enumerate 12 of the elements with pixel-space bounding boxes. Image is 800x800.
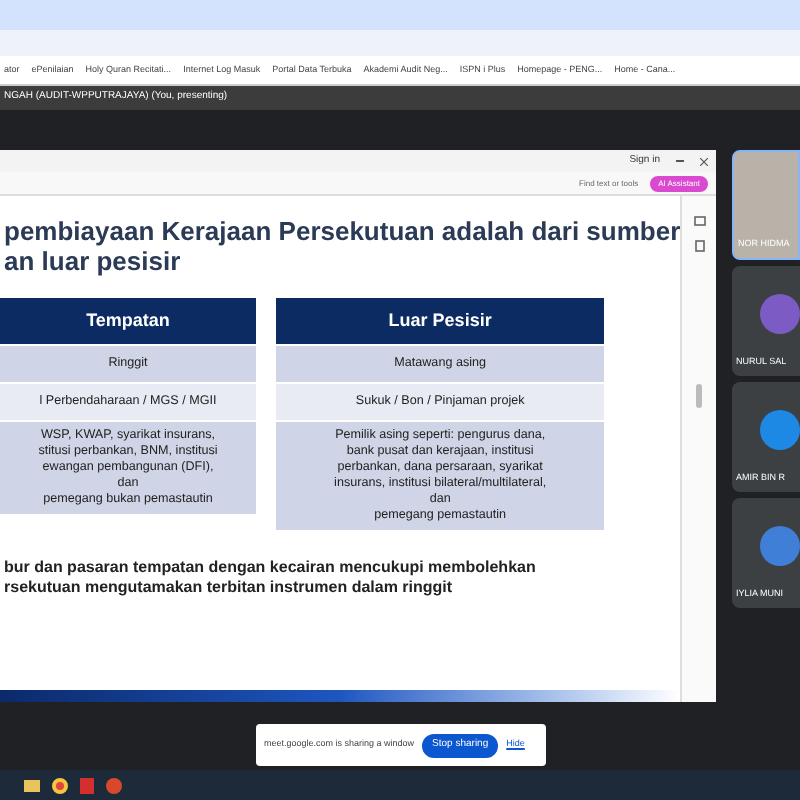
scrollbar-thumb[interactable] — [696, 384, 703, 408]
browser-icon[interactable] — [52, 777, 68, 793]
folder-icon[interactable] — [24, 779, 40, 791]
column-heading: Luar Pesisir — [276, 298, 605, 344]
close-icon[interactable] — [700, 157, 708, 165]
column-heading: Tempatan — [0, 298, 256, 344]
page-icon[interactable] — [693, 240, 706, 252]
slide-footer-text: bur dan pasaran tempatan dengan kecairan mencukupi membolehkan rsekutuan mengutamakan terbitan instrumen dalam ringgit — [2, 558, 538, 598]
document-icon[interactable] — [80, 777, 94, 793]
presentation-icon[interactable] — [106, 777, 122, 793]
comment-icon[interactable] — [693, 216, 706, 228]
slide-title: pembiayaan Kerajaan Persekutuan adalah dari sumber an luar pesisir — [2, 214, 681, 276]
